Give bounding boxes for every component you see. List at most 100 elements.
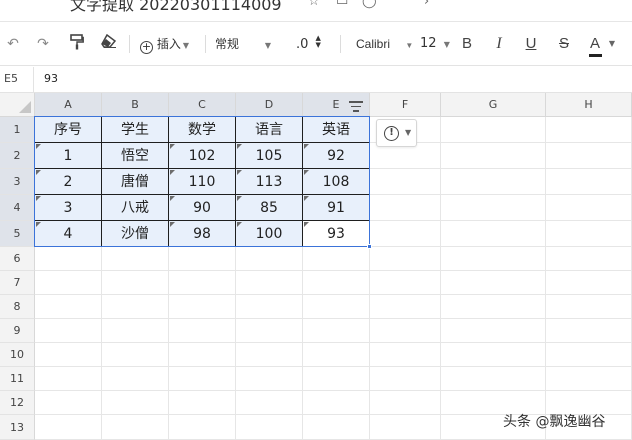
folder-icon[interactable]: ▭ bbox=[336, 0, 348, 9]
error-check-button[interactable]: ! ▼ bbox=[376, 119, 417, 147]
cell-a1[interactable]: 序号 bbox=[35, 117, 102, 143]
cell-a12[interactable] bbox=[35, 391, 102, 415]
cell-c7[interactable] bbox=[169, 271, 236, 295]
cell-f12[interactable] bbox=[370, 391, 441, 415]
spreadsheet-grid[interactable]: A B C D E F G H 1 序号 学生 数学 语言 英语 2 1 悟空 102 105 92 3 2 唐僧 110 11… bbox=[0, 93, 632, 440]
cell-c11[interactable] bbox=[169, 367, 236, 391]
cell-h9[interactable] bbox=[546, 319, 632, 343]
row-header-13[interactable]: 13 bbox=[0, 415, 35, 440]
row-header-4[interactable]: 4 bbox=[0, 195, 35, 221]
cell-e5[interactable]: 93 bbox=[303, 221, 370, 247]
cell-d7[interactable] bbox=[236, 271, 303, 295]
cell-f8[interactable] bbox=[370, 295, 441, 319]
cell-a3[interactable]: 2 bbox=[35, 169, 102, 195]
cell-e4[interactable]: 91 bbox=[303, 195, 370, 221]
cell-b1[interactable]: 学生 bbox=[102, 117, 169, 143]
column-header-g[interactable]: G bbox=[441, 93, 546, 117]
cell-d6[interactable] bbox=[236, 247, 303, 271]
cell-h3[interactable] bbox=[546, 169, 632, 195]
cell-f4[interactable] bbox=[370, 195, 441, 221]
cell-g8[interactable] bbox=[441, 295, 546, 319]
select-all-corner[interactable] bbox=[0, 93, 35, 117]
column-header-a[interactable]: A bbox=[35, 93, 102, 117]
cell-g5[interactable] bbox=[441, 221, 546, 247]
cell-h6[interactable] bbox=[546, 247, 632, 271]
cell-d11[interactable] bbox=[236, 367, 303, 391]
cell-g1[interactable] bbox=[441, 117, 546, 143]
font-color-button[interactable]: A bbox=[586, 34, 604, 54]
cell-c6[interactable] bbox=[169, 247, 236, 271]
cell-a2[interactable]: 1 bbox=[35, 143, 102, 169]
redo-icon[interactable]: ↷ bbox=[34, 34, 52, 54]
star-icon[interactable]: ☆ bbox=[308, 0, 320, 9]
document-title[interactable]: 文字提取 20220301114009 bbox=[70, 0, 282, 15]
cell-b6[interactable] bbox=[102, 247, 169, 271]
fill-handle[interactable] bbox=[367, 244, 372, 249]
cell-g3[interactable] bbox=[441, 169, 546, 195]
cell-b8[interactable] bbox=[102, 295, 169, 319]
cell-b5[interactable]: 沙僧 bbox=[102, 221, 169, 247]
cell-f6[interactable] bbox=[370, 247, 441, 271]
cell-c1[interactable]: 数学 bbox=[169, 117, 236, 143]
cell-h2[interactable] bbox=[546, 143, 632, 169]
number-format-select[interactable]: 常规 ▼ bbox=[215, 35, 271, 55]
row-header-6[interactable]: 6 bbox=[0, 247, 35, 271]
cell-b11[interactable] bbox=[102, 367, 169, 391]
strikethrough-button[interactable]: S bbox=[555, 34, 573, 54]
cell-g2[interactable] bbox=[441, 143, 546, 169]
clear-format-icon[interactable] bbox=[98, 33, 120, 54]
cell-b10[interactable] bbox=[102, 343, 169, 367]
column-header-h[interactable]: H bbox=[546, 93, 632, 117]
stepper-arrows-icon[interactable]: ▲ ▼ bbox=[316, 35, 321, 49]
cell-g4[interactable] bbox=[441, 195, 546, 221]
column-header-c[interactable]: C bbox=[169, 93, 236, 117]
cell-c9[interactable] bbox=[169, 319, 236, 343]
cell-f10[interactable] bbox=[370, 343, 441, 367]
cell-c4[interactable]: 90 bbox=[169, 195, 236, 221]
cell-f13[interactable] bbox=[370, 415, 441, 440]
row-header-8[interactable]: 8 bbox=[0, 295, 35, 319]
italic-button[interactable]: I bbox=[490, 34, 508, 54]
row-header-3[interactable]: 3 bbox=[0, 169, 35, 195]
cell-c12[interactable] bbox=[169, 391, 236, 415]
row-header-12[interactable]: 12 bbox=[0, 391, 35, 415]
column-header-f[interactable]: F bbox=[370, 93, 441, 117]
cell-b7[interactable] bbox=[102, 271, 169, 295]
cell-g10[interactable] bbox=[441, 343, 546, 367]
undo-icon[interactable]: ↶ bbox=[4, 34, 22, 54]
cell-c3[interactable]: 110 bbox=[169, 169, 236, 195]
cell-b13[interactable] bbox=[102, 415, 169, 440]
cell-f3[interactable] bbox=[370, 169, 441, 195]
cell-d1[interactable]: 语言 bbox=[236, 117, 303, 143]
cell-f11[interactable] bbox=[370, 367, 441, 391]
cell-d13[interactable] bbox=[236, 415, 303, 440]
row-header-2[interactable]: 2 bbox=[0, 143, 35, 169]
cell-f5[interactable] bbox=[370, 221, 441, 247]
row-header-7[interactable]: 7 bbox=[0, 271, 35, 295]
cell-c2[interactable]: 102 bbox=[169, 143, 236, 169]
cell-e1[interactable]: 英语 bbox=[303, 117, 370, 143]
cell-e11[interactable] bbox=[303, 367, 370, 391]
cell-h1[interactable] bbox=[546, 117, 632, 143]
cell-d5[interactable]: 100 bbox=[236, 221, 303, 247]
chevron-icon[interactable]: › bbox=[424, 0, 429, 9]
cell-h10[interactable] bbox=[546, 343, 632, 367]
cell-e12[interactable] bbox=[303, 391, 370, 415]
cell-a6[interactable] bbox=[35, 247, 102, 271]
column-header-d[interactable]: D bbox=[236, 93, 303, 117]
cell-a13[interactable] bbox=[35, 415, 102, 440]
insert-button[interactable]: + 插入 ▼ bbox=[140, 35, 189, 55]
cell-e8[interactable] bbox=[303, 295, 370, 319]
cell-a11[interactable] bbox=[35, 367, 102, 391]
cell-g9[interactable] bbox=[441, 319, 546, 343]
font-size-select[interactable]: 12 ▼ bbox=[420, 35, 450, 54]
cell-e10[interactable] bbox=[303, 343, 370, 367]
cell-a8[interactable] bbox=[35, 295, 102, 319]
cell-f9[interactable] bbox=[370, 319, 441, 343]
cell-c5[interactable]: 98 bbox=[169, 221, 236, 247]
font-color-caret-icon[interactable]: ▼ bbox=[606, 34, 618, 54]
cell-b3[interactable]: 唐僧 bbox=[102, 169, 169, 195]
cell-a9[interactable] bbox=[35, 319, 102, 343]
cell-d3[interactable]: 113 bbox=[236, 169, 303, 195]
cell-g7[interactable] bbox=[441, 271, 546, 295]
